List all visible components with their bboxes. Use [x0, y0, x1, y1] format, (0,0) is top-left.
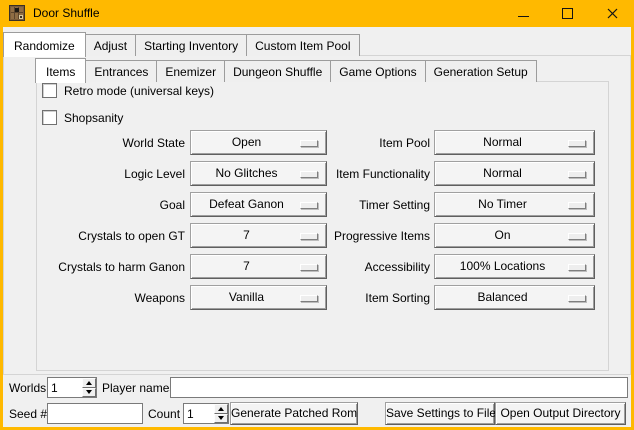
count-spin-up-button[interactable]	[214, 404, 228, 414]
title-bar[interactable]: Door Shuffle	[3, 0, 631, 27]
tab-custom-item-pool[interactable]: Custom Item Pool	[246, 34, 359, 56]
arrow-down-icon	[218, 416, 224, 420]
minimize-icon	[518, 16, 529, 17]
dropdown-indicator-icon	[568, 295, 586, 302]
weapons-label: Weapons	[23, 291, 185, 305]
tab-dungeon-shuffle[interactable]: Dungeon Shuffle	[224, 60, 331, 82]
progressive-items-dropdown[interactable]: On	[434, 223, 595, 248]
generate-patched-rom-button[interactable]: Generate Patched Rom	[230, 402, 358, 425]
tab-randomize[interactable]: Randomize	[3, 32, 86, 57]
dropdown-indicator-icon	[568, 264, 586, 271]
world-state-dropdown[interactable]: Open	[190, 130, 327, 155]
logic-level-label: Logic Level	[23, 167, 185, 181]
timer-setting-label: Timer Setting	[311, 198, 430, 212]
weapons-dropdown[interactable]: Vanilla	[190, 285, 327, 310]
seed-label: Seed #	[9, 407, 47, 421]
count-spin-down-button[interactable]	[214, 414, 228, 424]
shopsanity-label: Shopsanity	[64, 111, 123, 125]
dropdown-indicator-icon	[568, 171, 586, 178]
save-settings-button[interactable]: Save Settings to File	[385, 402, 495, 425]
count-input[interactable]	[184, 404, 214, 423]
retro-mode-checkbox-row: Retro mode (universal keys)	[42, 83, 214, 98]
maximize-icon	[562, 8, 573, 19]
tab-game-options[interactable]: Game Options	[330, 60, 425, 82]
goal-dropdown[interactable]: Defeat Ganon	[190, 192, 327, 217]
tab-entrances[interactable]: Entrances	[85, 60, 157, 82]
world-state-label: World State	[23, 136, 185, 150]
door-icon	[9, 5, 25, 21]
item-pool-dropdown[interactable]: Normal	[434, 130, 595, 155]
open-output-directory-button[interactable]: Open Output Directory	[495, 402, 626, 425]
goal-label: Goal	[23, 198, 185, 212]
progressive-items-label: Progressive Items	[311, 229, 430, 243]
minimize-button[interactable]	[506, 0, 540, 27]
item-pool-label: Item Pool	[311, 136, 430, 150]
player-names-input[interactable]	[170, 377, 628, 398]
accessibility-dropdown[interactable]: 100% Locations	[434, 254, 595, 279]
sub-tab-bar: Items Entrances Enemizer Dungeon Shuffle…	[35, 55, 536, 82]
item-functionality-dropdown[interactable]: Normal	[434, 161, 595, 186]
door-shuffle-window: Door Shuffle Randomize Adjust Starting I…	[0, 0, 634, 430]
arrow-down-icon	[86, 390, 92, 394]
crystals-ganon-dropdown[interactable]: 7	[190, 254, 327, 279]
worlds-label: Worlds	[9, 381, 46, 395]
dropdown-indicator-icon	[568, 140, 586, 147]
worlds-spin-up-button[interactable]	[82, 378, 96, 388]
item-sorting-dropdown[interactable]: Balanced	[434, 285, 595, 310]
crystals-gt-dropdown[interactable]: 7	[190, 223, 327, 248]
logic-level-dropdown[interactable]: No Glitches	[190, 161, 327, 186]
crystals-gt-label: Crystals to open GT	[23, 229, 185, 243]
worlds-spinbox	[47, 377, 97, 398]
crystals-ganon-label: Crystals to harm Ganon	[23, 260, 185, 274]
tab-starting-inventory[interactable]: Starting Inventory	[135, 34, 247, 56]
dropdown-indicator-icon	[568, 233, 586, 240]
item-sorting-label: Item Sorting	[311, 291, 430, 305]
item-functionality-label: Item Functionality	[311, 167, 430, 181]
tab-enemizer[interactable]: Enemizer	[156, 60, 225, 82]
shopsanity-checkbox[interactable]	[42, 110, 57, 125]
shopsanity-checkbox-row: Shopsanity	[42, 110, 123, 125]
timer-setting-dropdown[interactable]: No Timer	[434, 192, 595, 217]
main-tab-bar: Randomize Adjust Starting Inventory Cust…	[3, 29, 359, 56]
tab-adjust[interactable]: Adjust	[85, 34, 136, 56]
arrow-up-icon	[86, 381, 92, 385]
count-spinbox	[183, 403, 229, 424]
retro-mode-label: Retro mode (universal keys)	[64, 84, 214, 98]
worlds-spin-down-button[interactable]	[82, 388, 96, 398]
tab-items[interactable]: Items	[35, 58, 86, 83]
seed-input[interactable]	[47, 403, 143, 424]
count-label: Count	[148, 407, 180, 421]
close-icon	[607, 8, 618, 19]
window-title: Door Shuffle	[33, 0, 100, 26]
maximize-button[interactable]	[550, 0, 584, 27]
retro-mode-checkbox[interactable]	[42, 83, 57, 98]
tab-generation-setup[interactable]: Generation Setup	[425, 60, 537, 82]
arrow-up-icon	[218, 407, 224, 411]
player-names-label: Player names	[102, 381, 175, 395]
worlds-input[interactable]	[48, 378, 82, 397]
dropdown-indicator-icon	[568, 202, 586, 209]
close-button[interactable]	[595, 0, 629, 27]
accessibility-label: Accessibility	[311, 260, 430, 274]
